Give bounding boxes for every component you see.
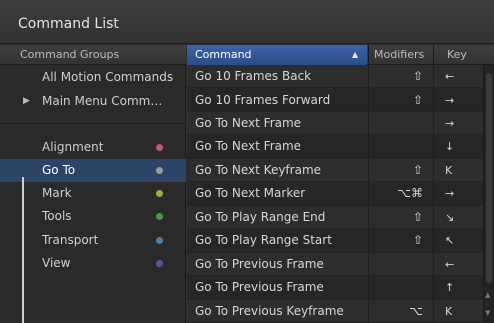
table-row[interactable]: Go To Play Range End ⇧ ↘ [187, 206, 483, 229]
group-item-label: Alignment [42, 140, 104, 154]
command-name: Go To Next Frame [195, 116, 302, 130]
group-item-label: Mark [42, 186, 72, 200]
command-name: Go 10 Frames Forward [195, 93, 331, 107]
column-divider [368, 65, 369, 323]
scroll-up-icon[interactable]: ▲ [485, 291, 490, 299]
group-separator [0, 123, 186, 124]
scroll-down-icon[interactable]: ▼ [485, 309, 490, 317]
title-bar: Command List [0, 0, 494, 44]
command-modifiers: ⌥ [409, 304, 423, 318]
commands-table: Command ▲ Modifiers Key Go 10 Frames Bac… [187, 45, 494, 323]
command-key: → [445, 187, 455, 200]
group-item-label: All Motion Commands [42, 70, 174, 84]
command-name: Go To Previous Keyframe [195, 304, 344, 318]
group-item-label: Main Menu Comm… [42, 94, 163, 108]
group-item-main-menu-commands[interactable]: ▶ Main Menu Comm… [0, 90, 186, 113]
table-row[interactable]: Go 10 Frames Forward ⇧ → [187, 89, 483, 112]
group-item-label: Transport [42, 233, 99, 247]
command-key: ← [445, 70, 455, 83]
column-header-modifiers[interactable]: Modifiers [368, 45, 432, 65]
commands-table-header: Command ▲ Modifiers Key [187, 45, 494, 65]
disclosure-triangle-icon[interactable]: ▶ [23, 90, 30, 113]
group-item-label: View [42, 256, 71, 270]
group-item-label: Go To [42, 163, 76, 177]
command-name: Go 10 Frames Back [195, 69, 312, 83]
command-name: Go To Previous Frame [195, 280, 324, 294]
color-dot-icon [156, 213, 163, 220]
command-modifiers: ⇧ [412, 163, 423, 177]
command-key: → [445, 94, 455, 107]
group-item-go-to[interactable]: Go To [0, 159, 186, 182]
vertical-scrollbar[interactable]: ▲ ▼ [483, 65, 494, 323]
color-dot-icon [156, 260, 163, 267]
command-name: Go To Previous Frame [195, 257, 324, 271]
command-key: ↖ [445, 234, 455, 247]
command-name: Go To Next Keyframe [195, 163, 322, 177]
command-modifiers: ⌥⌘ [397, 186, 423, 200]
table-row[interactable]: Go To Previous Frame ↑ [187, 276, 483, 299]
command-list-window: Command List Command Groups All Motion C… [0, 0, 494, 323]
command-key: ↓ [445, 140, 455, 153]
scroll-thumb[interactable] [486, 73, 492, 283]
table-row[interactable]: Go To Previous Keyframe ⌥ K [187, 300, 483, 323]
command-key: ← [445, 258, 455, 271]
sort-ascending-icon: ▲ [352, 50, 359, 59]
color-dot-icon [156, 144, 163, 151]
command-key: ↑ [445, 281, 455, 294]
table-row[interactable]: Go To Next Frame → [187, 112, 483, 135]
command-key: ↘ [445, 211, 455, 224]
group-item-mark[interactable]: Mark [0, 182, 186, 205]
table-row[interactable]: Go To Next Frame ↓ [187, 135, 483, 158]
command-key: → [445, 117, 455, 130]
command-key: K [445, 305, 453, 318]
column-divider [433, 65, 434, 323]
table-row[interactable]: Go 10 Frames Back ⇧ ← [187, 65, 483, 88]
group-item-all-motion-commands[interactable]: All Motion Commands [0, 66, 186, 89]
table-row[interactable]: Go To Next Marker ⌥⌘ → [187, 182, 483, 205]
command-modifiers: ⇧ [412, 210, 423, 224]
column-header-key[interactable]: Key [433, 45, 483, 65]
table-row[interactable]: Go To Next Keyframe ⇧ K [187, 159, 483, 182]
commands-rows: Go 10 Frames Back ⇧ ← Go 10 Frames Forwa… [187, 65, 483, 323]
group-item-label: Tools [42, 209, 72, 223]
color-dot-icon [156, 237, 163, 244]
group-item-view[interactable]: View [0, 252, 186, 275]
command-name: Go To Next Frame [195, 139, 302, 153]
color-dot-icon [156, 167, 163, 174]
command-name: Go To Next Marker [195, 186, 306, 200]
command-groups-panel: Command Groups All Motion Commands ▶ Mai… [0, 45, 186, 323]
table-row[interactable]: Go To Play Range Start ⇧ ↖ [187, 229, 483, 252]
command-key: K [445, 164, 453, 177]
command-modifiers: ⇧ [412, 233, 423, 247]
color-dot-icon [156, 190, 163, 197]
command-name: Go To Play Range Start [195, 233, 332, 247]
column-header-command-label: Command [195, 48, 252, 61]
window-title: Command List [18, 16, 119, 32]
group-item-tools[interactable]: Tools [0, 205, 186, 228]
table-row[interactable]: Go To Previous Frame ← [187, 253, 483, 276]
command-groups-header: Command Groups [0, 45, 186, 65]
command-modifiers: ⇧ [412, 69, 423, 83]
group-item-alignment[interactable]: Alignment [0, 136, 186, 159]
command-modifiers: ⇧ [412, 93, 423, 107]
column-header-command[interactable]: Command ▲ [187, 45, 367, 65]
group-item-transport[interactable]: Transport [0, 229, 186, 252]
command-name: Go To Play Range End [195, 210, 326, 224]
drag-insertion-line [22, 177, 24, 323]
